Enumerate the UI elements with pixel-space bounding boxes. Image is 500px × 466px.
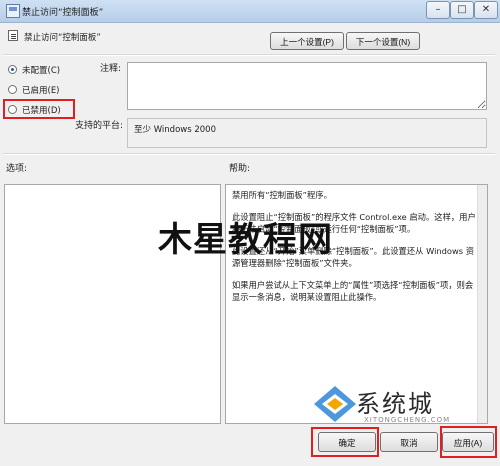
help-label: 帮助: <box>229 164 251 174</box>
header-divider <box>3 54 495 56</box>
radio-dot-selected <box>8 65 17 74</box>
help-scrollbar[interactable] <box>477 185 487 423</box>
minimize-button[interactable]: – <box>426 1 450 19</box>
close-button[interactable]: ✕ <box>474 1 498 19</box>
notes-field[interactable] <box>127 62 487 110</box>
platform-label: 支持的平台: <box>75 121 124 131</box>
watermark-text: 木星教程网 <box>158 220 333 260</box>
previous-setting-button[interactable]: 上一个设置(P) <box>270 32 344 50</box>
highlight-box-apply <box>440 426 497 458</box>
highlight-box-ok <box>311 427 379 457</box>
cancel-button[interactable]: 取消 <box>380 432 438 452</box>
help-paragraph: 如果用户尝试从上下文菜单上的“属性”项选择“控制面板”项，则会显示一条消息，说明… <box>232 280 474 302</box>
brand-text: 系统城 <box>356 390 434 418</box>
radio-not-configured[interactable]: 未配置(C) <box>8 63 98 77</box>
radio-enabled[interactable]: 已启用(E) <box>8 83 98 97</box>
setting-name: 禁止访问“控制面板” <box>24 33 101 43</box>
options-label: 选项: <box>6 164 28 174</box>
notes-label: 注释: <box>100 64 122 74</box>
maximize-icon: □ <box>457 4 467 15</box>
policy-setting-icon <box>8 30 18 41</box>
help-paragraph: 禁用所有“控制面板”程序。 <box>232 190 332 200</box>
radio-label-not-configured: 未配置(C) <box>22 66 61 76</box>
brand-logo-icon <box>314 386 356 422</box>
window-title: 禁止访问“控制面板” <box>22 8 104 18</box>
highlight-box-disabled <box>3 99 75 119</box>
maximize-button[interactable]: □ <box>450 1 474 19</box>
radio-dot <box>8 85 17 94</box>
policy-app-icon <box>6 4 20 18</box>
platform-value: 至少 Windows 2000 <box>127 118 487 148</box>
close-icon: ✕ <box>481 4 491 15</box>
radio-label-enabled: 已启用(E) <box>22 86 60 96</box>
minimize-icon: – <box>435 4 441 15</box>
section-divider <box>3 153 495 155</box>
brand-subtext: XITONGCHENG.COM <box>364 416 451 424</box>
title-bar: 禁止访问“控制面板” – □ ✕ <box>0 0 500 23</box>
next-setting-button[interactable]: 下一个设置(N) <box>346 32 420 50</box>
